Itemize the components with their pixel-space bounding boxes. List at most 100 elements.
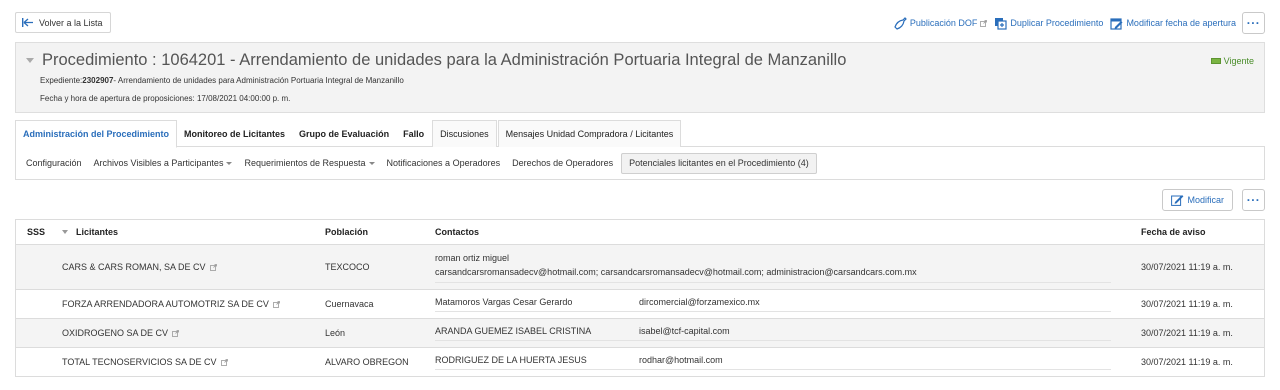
subnav-archivos-visibles[interactable]: Archivos Visibles a Participantes [88, 158, 239, 168]
subnav-label: Configuración [26, 158, 82, 168]
external-link-icon[interactable] [220, 358, 228, 366]
cell-fecha-aviso: 30/07/2021 11:19 a. m. [1141, 299, 1233, 309]
cell-fecha-aviso: 30/07/2021 11:19 a. m. [1141, 357, 1233, 367]
publicacion-dof-link[interactable]: Publicación DOF [894, 16, 988, 30]
back-label: Volver a la Lista [39, 17, 103, 28]
expediente-desc: - Arrendamiento de unidades para Adminis… [113, 76, 404, 85]
licitante-name: TOTAL TECNOSERVICIOS SA DE CV [62, 357, 217, 367]
modify-label: Modificar [1187, 195, 1224, 205]
header-fecha-aviso[interactable]: Fecha de aviso [1141, 227, 1264, 237]
expediente-label: Expediente: [40, 76, 83, 85]
sub-navigation: Configuración Archivos Visibles a Partic… [15, 147, 1265, 180]
table-header: SSS Licitantes Población Contactos Fecha… [16, 220, 1264, 245]
external-link-icon[interactable] [209, 263, 217, 271]
tab-fallo[interactable]: Fallo [396, 120, 431, 147]
contact-email: rodhar@hotmail.com [639, 354, 723, 365]
subnav-derechos[interactable]: Derechos de Operadores [506, 158, 619, 168]
modificar-fecha-label: Modificar fecha de apertura [1126, 18, 1236, 28]
header-licitantes-label: Licitantes [76, 227, 119, 237]
modify-button[interactable]: Modificar [1162, 189, 1233, 211]
expediente-line: Expediente:2302907- Arrendamiento de uni… [40, 76, 404, 85]
procedure-title: Procedimiento : 1064201 - Arrendamiento … [26, 51, 846, 70]
procedure-title-text: Procedimiento : 1064201 - Arrendamiento … [42, 51, 847, 69]
subnav-requerimientos[interactable]: Requerimientos de Respuesta [238, 158, 380, 168]
contact-name: roman ortiz miguel [435, 253, 510, 263]
external-link-icon[interactable] [272, 300, 280, 308]
subnav-label: Archivos Visibles a Participantes [93, 158, 224, 168]
external-link-icon[interactable] [172, 329, 179, 337]
table-more-options-button[interactable]: ··· [1242, 189, 1265, 211]
duplicate-icon [995, 17, 1007, 30]
modificar-fecha-link[interactable]: Modificar fecha de apertura [1110, 17, 1236, 30]
chevron-down-icon [368, 161, 375, 165]
chevron-down-icon [226, 161, 233, 165]
calendar-edit-icon [1110, 17, 1123, 30]
procedure-header: Procedimiento : 1064201 - Arrendamiento … [15, 42, 1265, 113]
contact-name: RODRIGUEZ DE LA HUERTA JESUS [435, 354, 587, 365]
contact-email: carsandcarsromansadecv@hotmail.com; cars… [435, 267, 1111, 283]
table-row[interactable]: OXIDROGENO SA DE CV León ARANDA GUEMEZ I… [16, 319, 1264, 348]
contact-line: Matamoros Vargas Cesar Gerardo dircomerc… [435, 297, 1111, 312]
contact-email: dircomercial@forzamexico.mx [639, 296, 760, 307]
cell-contactos: Matamoros Vargas Cesar Gerardo dircomerc… [435, 297, 1141, 312]
subnav-label: Derechos de Operadores [512, 158, 614, 168]
subnav-notificaciones[interactable]: Notificaciones a Operadores [381, 158, 507, 168]
header-poblacion[interactable]: Población [325, 227, 435, 237]
sort-desc-icon [62, 230, 68, 234]
tab-discusiones[interactable]: Discusiones [432, 120, 497, 147]
cell-poblacion: Cuernavaca [325, 299, 374, 309]
subnav-label: Notificaciones a Operadores [386, 158, 501, 168]
duplicar-label: Duplicar Procedimiento [1010, 18, 1104, 28]
top-actions: Publicación DOF Duplicar Procedimiento M… [887, 12, 1265, 34]
more-options-button[interactable]: ··· [1242, 12, 1265, 34]
cell-fecha-aviso: 30/07/2021 11:19 a. m. [1141, 262, 1233, 272]
tab-mensajes[interactable]: Mensajes Unidad Compradora / Licitantes [497, 120, 682, 147]
cell-contactos: ARANDA GUEMEZ ISABEL CRISTINA isabel@tcf… [435, 326, 1141, 341]
table-row[interactable]: TOTAL TECNOSERVICIOS SA DE CV ALVARO OBR… [16, 348, 1264, 377]
licitante-name: CARS & CARS ROMAN, SA DE CV [62, 262, 206, 272]
contact-name: ARANDA GUEMEZ ISABEL CRISTINA [435, 325, 592, 336]
tab-monitoreo[interactable]: Monitoreo de Licitantes [177, 120, 292, 147]
subnav-potenciales-licitantes[interactable]: Potenciales licitantes en el Procedimien… [621, 152, 817, 174]
tab-administracion[interactable]: Administración del Procedimiento [15, 120, 178, 148]
back-arrow-icon [22, 18, 33, 27]
contact-line: ARANDA GUEMEZ ISABEL CRISTINA isabel@tcf… [435, 326, 1111, 341]
subnav-label: Potenciales licitantes en el Procedimien… [629, 158, 809, 168]
header-contactos[interactable]: Contactos [435, 227, 1141, 237]
subnav-configuracion[interactable]: Configuración [20, 158, 88, 168]
publicacion-dof-label: Publicación DOF [909, 18, 978, 28]
status-badge: Vigente [1210, 56, 1254, 66]
header-licitantes[interactable]: Licitantes [62, 227, 325, 237]
back-to-list-button[interactable]: Volver a la Lista [15, 12, 111, 33]
subnav-label: Requerimientos de Respuesta [244, 158, 366, 168]
expediente-number: 2302907 [82, 76, 114, 85]
duplicar-procedimiento-link[interactable]: Duplicar Procedimiento [994, 17, 1103, 30]
licitante-name: OXIDROGENO SA DE CV [62, 328, 169, 338]
main-tabs: Administración del Procedimiento Monitor… [15, 120, 1265, 148]
edit-icon [1171, 195, 1184, 206]
cell-contactos: roman ortiz miguel carsandcarsromansadec… [435, 251, 1141, 283]
cell-fecha-aviso: 30/07/2021 11:19 a. m. [1141, 328, 1233, 338]
contact-name: Matamoros Vargas Cesar Gerardo [435, 296, 573, 307]
external-link-icon [980, 19, 988, 27]
licitante-name: FORZA ARRENDADORA AUTOMOTRIZ SA DE CV [62, 299, 269, 309]
contact-email: isabel@tcf-capital.com [639, 325, 730, 336]
header-sss[interactable]: SSS [16, 227, 62, 237]
table-row[interactable]: CARS & CARS ROMAN, SA DE CV TEXCOCO roma… [16, 245, 1264, 290]
tab-grupo-evaluacion[interactable]: Grupo de Evaluación [292, 120, 396, 147]
cell-licitante[interactable]: CARS & CARS ROMAN, SA DE CV [62, 262, 325, 272]
cell-licitante[interactable]: OXIDROGENO SA DE CV [62, 328, 325, 338]
top-toolbar: Volver a la Lista Publicación DOF Duplic… [15, 12, 1265, 34]
apertura-line: Fecha y hora de apertura de proposicione… [40, 94, 291, 103]
cell-poblacion: León [325, 328, 346, 338]
licitantes-table: SSS Licitantes Población Contactos Fecha… [15, 219, 1265, 377]
status-text: Vigente [1223, 56, 1254, 66]
collapse-triangle-icon[interactable] [26, 58, 34, 63]
table-row[interactable]: FORZA ARRENDADORA AUTOMOTRIZ SA DE CV Cu… [16, 290, 1264, 319]
cell-licitante[interactable]: FORZA ARRENDADORA AUTOMOTRIZ SA DE CV [62, 299, 325, 309]
cell-poblacion: TEXCOCO [325, 262, 370, 272]
status-indicator-icon [1210, 58, 1221, 64]
cell-poblacion: ALVARO OBREGON [325, 357, 409, 367]
contact-line: RODRIGUEZ DE LA HUERTA JESUS rodhar@hotm… [435, 355, 1111, 370]
cell-licitante[interactable]: TOTAL TECNOSERVICIOS SA DE CV [62, 357, 325, 367]
